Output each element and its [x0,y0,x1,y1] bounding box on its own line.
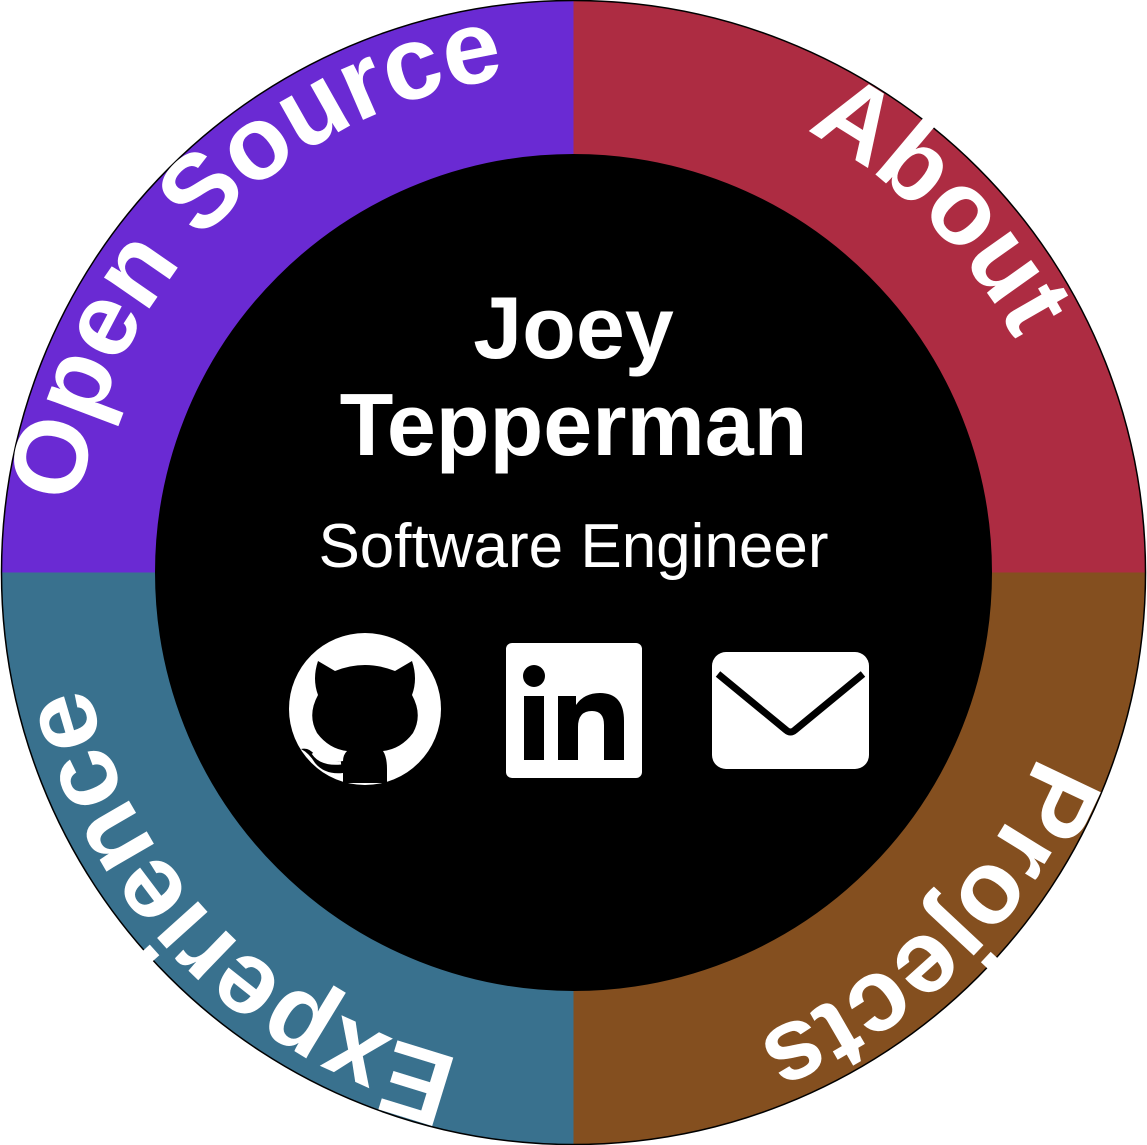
last-name: Tepperman [340,375,808,474]
circular-nav: Open Source About Projects Experience Jo… [0,0,1147,1145]
job-title: Software Engineer [318,512,828,581]
first-name: Joey [473,278,674,377]
email-icon[interactable] [712,652,869,769]
linkedin-icon[interactable] [506,643,642,778]
github-icon[interactable] [289,633,441,785]
nav-wheel-svg: Open Source About Projects Experience Jo… [0,0,1147,1145]
